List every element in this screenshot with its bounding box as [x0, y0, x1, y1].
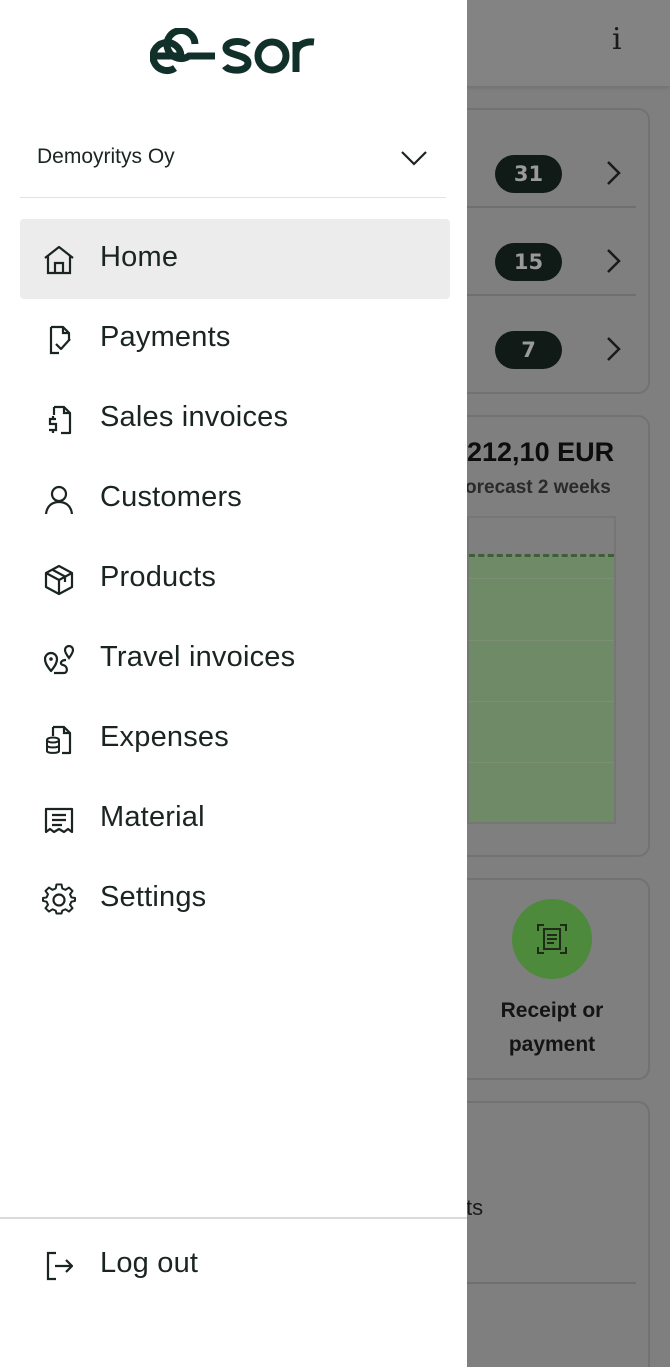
person-icon — [44, 485, 74, 515]
chevron-right-icon — [607, 161, 621, 185]
drawer-divider — [0, 1217, 467, 1219]
chart-forecast-line — [469, 554, 614, 557]
main-menu: Home Payments Sales invoices Customers P… — [20, 219, 450, 939]
easor-logo — [150, 28, 315, 74]
menu-item-label: Settings — [100, 881, 207, 913]
menu-item-label: Sales invoices — [100, 401, 289, 433]
chevron-down-icon — [401, 151, 427, 166]
menu-item-expenses[interactable]: Expenses — [20, 699, 450, 779]
menu-item-label: Material — [100, 801, 205, 833]
logout-label: Log out — [100, 1247, 199, 1279]
chevron-right-icon — [607, 337, 621, 361]
receipt-button-label: Receipt or payment — [500, 999, 604, 1056]
receipt-scan-button[interactable] — [512, 899, 592, 979]
menu-item-material[interactable]: Material — [20, 779, 450, 859]
chevron-right-icon — [607, 249, 621, 273]
forecast-chart — [467, 516, 616, 824]
menu-item-products[interactable]: Products — [20, 539, 450, 619]
menu-item-label: Payments — [100, 321, 231, 353]
count-badge: 7 — [495, 331, 562, 369]
route-icon — [43, 644, 75, 675]
menu-item-settings[interactable]: Settings — [20, 859, 450, 939]
logout-icon — [46, 1251, 74, 1281]
receipt-icon — [44, 807, 74, 834]
box-icon — [44, 564, 74, 596]
home-icon — [44, 245, 74, 275]
menu-item-customers[interactable]: Customers — [20, 459, 450, 539]
menu-item-label: Products — [100, 561, 217, 593]
company-selector[interactable]: Demoyritys Oy — [20, 130, 446, 198]
menu-item-payments[interactable]: Payments — [20, 299, 450, 379]
logout-button[interactable]: Log out — [20, 1225, 446, 1305]
payment-check-icon — [49, 325, 71, 355]
gear-icon — [42, 883, 76, 915]
company-name: Demoyritys Oy — [37, 145, 175, 168]
menu-item-travel-invoices[interactable]: Travel invoices — [20, 619, 450, 699]
invoice-dollar-icon — [48, 405, 72, 435]
menu-item-sales-invoices[interactable]: Sales invoices — [20, 379, 450, 459]
chart-area — [469, 556, 614, 822]
menu-item-home[interactable]: Home — [20, 219, 450, 299]
menu-item-label: Home — [100, 241, 179, 273]
expense-doc-icon — [46, 725, 72, 755]
balance-amount: 212,10 EUR — [467, 437, 615, 467]
count-badge: 15 — [495, 243, 562, 281]
navigation-drawer: Demoyritys Oy Home Payments Sales invoic… — [0, 0, 467, 1367]
menu-item-label: Expenses — [100, 721, 229, 753]
partial-text: ts — [466, 1195, 484, 1220]
forecast-label: orecast 2 weeks — [465, 477, 611, 498]
menu-item-label: Travel invoices — [100, 641, 296, 673]
menu-item-label: Customers — [100, 481, 242, 513]
count-badge: 31 — [495, 155, 562, 193]
scan-receipt-icon — [537, 924, 567, 954]
info-icon[interactable]: i — [612, 22, 622, 57]
